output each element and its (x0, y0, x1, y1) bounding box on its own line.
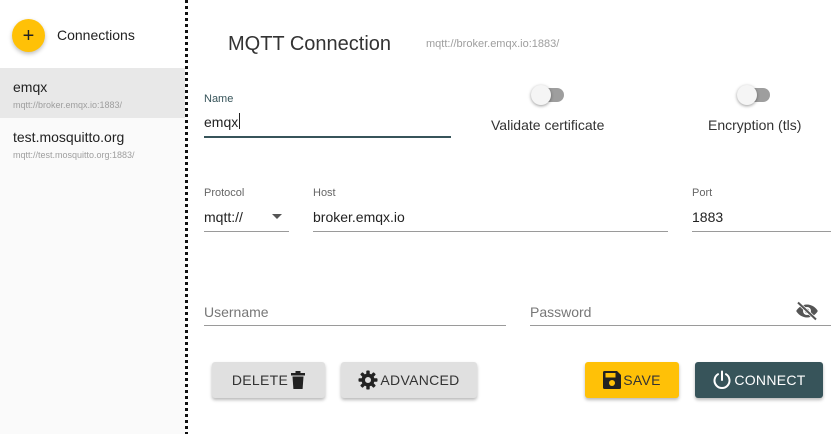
protocol-underline (204, 231, 289, 232)
gear-icon (358, 370, 378, 390)
eye-off-icon[interactable] (795, 301, 819, 326)
plus-icon: + (22, 24, 35, 47)
connection-url-subtitle: mqtt://broker.emqx.io:1883/ (426, 38, 560, 50)
sidebar-header: + Connections (0, 0, 185, 68)
toggle-knob (531, 85, 551, 105)
floppy-disk-icon (603, 371, 622, 389)
connection-name: emqx (13, 79, 48, 95)
toggle-knob (737, 85, 757, 105)
advanced-button[interactable]: ADVANCED (341, 362, 477, 398)
connect-button[interactable]: CONNECT (695, 362, 823, 398)
text-caret (239, 113, 240, 129)
sidebar: + Connections emqx mqtt://broker.emqx.io… (0, 0, 185, 434)
protocol-select[interactable]: mqtt:// (204, 209, 243, 225)
port-underline (692, 231, 831, 232)
sidebar-title: Connections (57, 27, 135, 43)
encryption-label: Encryption (tls) (708, 117, 802, 133)
host-label: Host (313, 187, 336, 199)
page-title: MQTT Connection (228, 33, 392, 55)
advanced-button-label: ADVANCED (380, 372, 460, 388)
host-underline (313, 231, 668, 232)
name-input[interactable]: emqx (204, 114, 238, 130)
save-button[interactable]: SAVE (585, 362, 679, 398)
username-underline (204, 325, 506, 326)
sidebar-divider[interactable] (185, 0, 188, 434)
power-icon (712, 370, 732, 390)
chevron-down-icon[interactable] (272, 214, 282, 219)
name-label: Name (204, 93, 234, 105)
validate-certificate-toggle[interactable] (531, 85, 565, 105)
delete-button[interactable]: DELETE (212, 362, 325, 398)
connection-item-emqx[interactable]: emqx mqtt://broker.emqx.io:1883/ (0, 68, 185, 118)
password-underline (530, 325, 831, 326)
port-input[interactable]: 1883 (692, 209, 723, 225)
connection-url: mqtt://broker.emqx.io:1883/ (13, 100, 123, 110)
protocol-label: Protocol (204, 187, 245, 199)
delete-button-label: DELETE (231, 372, 289, 388)
validate-certificate-label: Validate certificate (491, 117, 605, 133)
encryption-toggle[interactable] (737, 85, 771, 105)
connection-item-test-mosquitto[interactable]: test.mosquitto.org mqtt://test.mosquitto… (0, 118, 185, 168)
password-input[interactable]: Password (530, 304, 591, 320)
connection-name: test.mosquitto.org (13, 129, 125, 145)
trash-icon (291, 371, 306, 389)
connect-button-label: CONNECT (734, 372, 806, 388)
save-button-label: SAVE (623, 372, 661, 388)
add-connection-button[interactable]: + (12, 19, 45, 52)
connection-url: mqtt://test.mosquitto.org:1883/ (13, 150, 135, 160)
name-underline (204, 136, 451, 138)
port-label: Port (692, 187, 713, 199)
host-input[interactable]: broker.emqx.io (313, 209, 405, 225)
username-input[interactable]: Username (204, 304, 269, 320)
